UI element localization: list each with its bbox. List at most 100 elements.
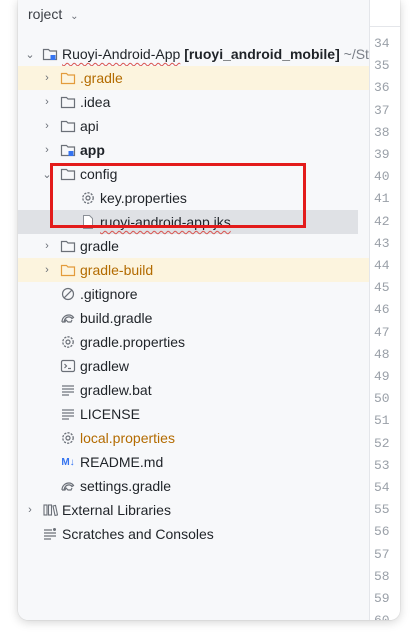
line-number: 39 [374,147,390,162]
tree-row-gradlew-bat[interactable]: gradlew.bat [18,378,370,402]
chevron-down-icon[interactable]: ⌄ [42,169,52,181]
tree-row-app[interactable]: › app [18,138,370,162]
chevron-right-icon[interactable]: › [42,120,52,132]
line-number: 56 [374,524,390,540]
chevron-down-icon[interactable]: ⌄ [70,11,78,22]
tree-row-api[interactable]: › api [18,114,370,138]
chevron-right-icon[interactable]: › [42,72,52,84]
tree-row-local-properties[interactable]: local.properties [18,426,370,450]
tree-label: build.gradle [80,310,153,326]
tree-label: app [80,142,105,158]
chevron-right-icon[interactable]: › [42,240,52,252]
file-icon [80,214,96,230]
line-number: 34 [374,36,390,51]
chevron-right-icon[interactable]: › [25,504,35,516]
line-number: 60 [374,613,390,620]
editor-gutter: 34 35 36 37 38 39 40 41 42 43 44 45 46 47 48 49 50 51 52 53… [369,0,400,620]
line-number: 46 [374,302,390,318]
tree-row-key-properties[interactable]: key.properties [18,186,370,210]
line-number: 58 [374,568,390,584]
tree-label: settings.gradle [80,478,172,494]
tree-row-gradle[interactable]: › gradle [18,234,370,258]
tree-label: External Libraries [62,502,171,518]
tree-row-gradle-cache[interactable]: › .gradle [18,66,370,90]
chevron-right-icon[interactable]: › [42,264,52,276]
tree-label: key.properties [100,190,187,206]
chevron-right-icon[interactable]: › [42,144,52,156]
line-number: 37 [374,102,390,118]
tree-label: gradlew [80,358,130,374]
ignore-icon [60,286,76,302]
tree-row-idea[interactable]: › .idea [18,90,370,114]
tree-label: Scratches and Consoles [62,526,214,542]
tree-row-scratches[interactable]: Scratches and Consoles [18,522,370,546]
line-number: 49 [374,369,390,384]
chevron-right-icon[interactable]: › [42,96,52,108]
project-module: [ruoyi_android_mobile] [184,46,340,62]
gradle-icon [60,478,76,494]
gear-icon [80,190,96,206]
module-folder-icon [60,142,76,158]
gear-icon [60,430,76,446]
project-tool-window: roject ⌄ ⌄ Ruoyi-Android-App [ruoyi_andr… [18,0,400,620]
line-number: 52 [374,435,390,451]
tree-label: .gitignore [80,286,138,302]
tree-row-settings-gradle[interactable]: settings.gradle [18,474,370,498]
scratches-icon [42,526,58,542]
tree-row-readme[interactable]: M↓ README.md [18,450,370,474]
tree-row-license[interactable]: LICENSE [18,402,370,426]
folder-icon [60,166,76,182]
panel-title-label: roject [28,6,63,22]
line-number: 57 [374,546,390,562]
line-number: 42 [374,213,390,229]
folder-icon [60,94,76,110]
folder-icon [60,238,76,254]
chevron-down-icon[interactable]: ⌄ [25,49,35,61]
terminal-icon [60,358,76,374]
tree-label: local.properties [80,430,175,446]
tree-row-build-gradle[interactable]: build.gradle [18,306,370,330]
editor-tab-strip [370,0,400,27]
tree-row-gradle-build[interactable]: › gradle-build [18,258,370,282]
tree-label: gradle [80,238,119,254]
text-file-icon [60,382,76,398]
line-number: 44 [374,258,390,273]
project-name: Ruoyi-Android-App [62,46,181,62]
line-number: 50 [374,391,390,407]
tree-row-gradlew[interactable]: gradlew [18,354,370,378]
tree-row-config[interactable]: ⌄ config [18,162,370,186]
tree-label: LICENSE [80,406,140,422]
libraries-icon [42,502,58,518]
folder-icon [60,118,76,134]
tree-label: gradle.properties [80,334,186,350]
line-number: 35 [374,58,390,74]
line-number: 59 [374,591,390,606]
tree-label: gradlew.bat [80,382,152,398]
module-folder-icon [42,46,58,62]
line-number: 51 [374,413,390,429]
line-number: 43 [374,235,390,251]
line-number: 45 [374,280,390,296]
markdown-icon: M↓ [61,456,75,468]
tree-label: api [80,118,99,134]
folder-icon [60,262,76,278]
tree-label: gradle-build [80,262,154,278]
tree-label: README.md [80,454,164,470]
tree-row-jks-file[interactable]: ruoyi-android-app.jks [18,210,358,234]
tree-label: ruoyi-android-app.jks [100,214,231,230]
panel-title: roject ⌄ [28,6,79,22]
line-number: 53 [374,457,390,473]
gradle-icon [60,310,76,326]
tree-label: config [80,166,118,182]
line-number: 41 [374,191,390,207]
editor-tab-corner[interactable] [372,6,390,22]
line-number: 36 [374,80,390,96]
tree-row-gradle-properties[interactable]: gradle.properties [18,330,370,354]
tree-row-project-root[interactable]: ⌄ Ruoyi-Android-App [ruoyi_android_mobil… [18,42,376,66]
tree-row-external-libraries[interactable]: › External Libraries [18,498,370,522]
tree-label: .gradle [80,70,123,86]
line-number: 38 [374,124,390,140]
line-number: 54 [374,480,390,495]
line-number: 40 [374,169,390,185]
tree-row-gitignore[interactable]: .gitignore [18,282,370,306]
